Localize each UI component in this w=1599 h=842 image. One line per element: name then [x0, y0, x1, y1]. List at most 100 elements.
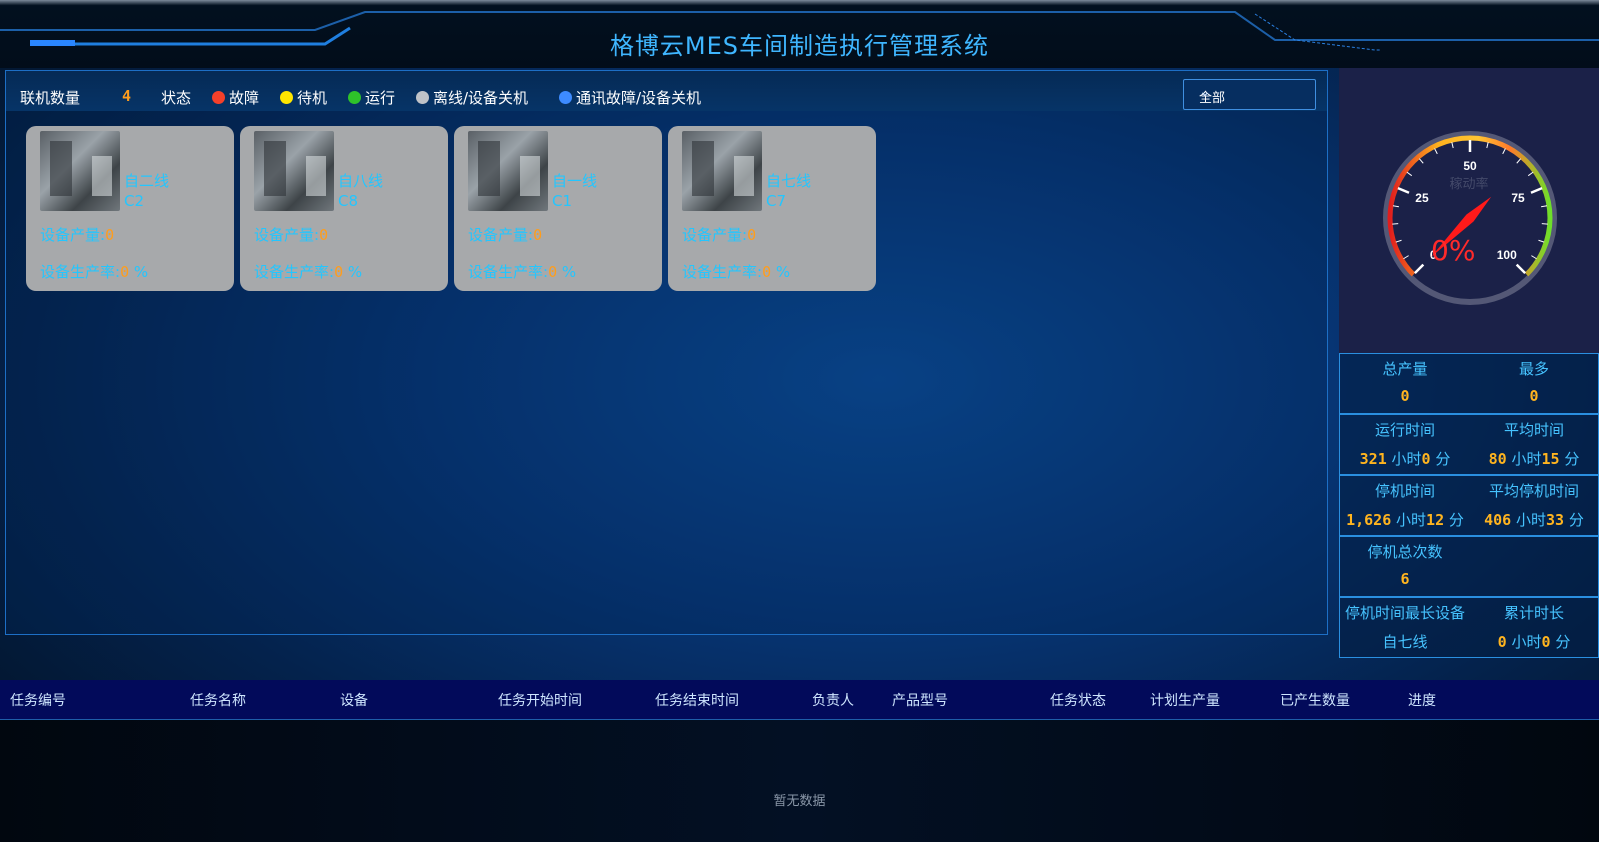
- legend-label: 待机: [297, 89, 328, 107]
- legend-standby: 待机: [280, 87, 327, 108]
- device-name: 自八线: [338, 172, 384, 190]
- stats-row-output: 总产量 0 最多 0: [1339, 353, 1599, 414]
- output-value: 0: [105, 226, 115, 244]
- status-label: 状态: [161, 89, 192, 107]
- hours-value: 0: [1497, 633, 1507, 651]
- minutes-value: 33: [1546, 511, 1565, 529]
- hours-unit: 小时: [1511, 450, 1542, 468]
- column-header[interactable]: 进度: [1408, 690, 1436, 710]
- run-time-stat: 运行时间 321 小时0 分: [1340, 415, 1470, 474]
- device-card[interactable]: 自七线 C7 设备产量:0 设备生产率:0 %: [668, 126, 876, 291]
- column-header[interactable]: 已产生数量: [1280, 690, 1350, 710]
- column-header[interactable]: 计划生产量: [1150, 690, 1220, 710]
- legend-label: 通讯故障/设备关机: [576, 89, 702, 107]
- output-label: 设备产量:: [254, 226, 320, 244]
- gauge-tick-label: 25: [1415, 191, 1429, 205]
- minutes-value: 12: [1426, 511, 1445, 529]
- gauge-tick: [1434, 148, 1438, 155]
- stats-row-runtime: 运行时间 321 小时0 分 平均时间 80 小时15 分: [1339, 414, 1599, 475]
- stat-label: 平均时间: [1503, 421, 1564, 439]
- hours-unit: 小时: [1511, 633, 1542, 651]
- device-name: 自一线: [552, 172, 598, 190]
- device-name: 自二线: [124, 172, 170, 190]
- column-header[interactable]: 负责人: [812, 690, 854, 710]
- device-card[interactable]: 自一线 C1 设备产量:0 设备生产率:0 %: [454, 126, 662, 291]
- status-filter-select[interactable]: 全部 ⌄: [1183, 79, 1316, 110]
- gauge-value: 0%: [1431, 234, 1476, 267]
- rate-unit: %: [561, 263, 577, 281]
- output-value: 0: [533, 226, 543, 244]
- gauge-tick: [1392, 205, 1399, 208]
- device-photo: [682, 131, 762, 211]
- minutes-unit: 分: [1568, 511, 1584, 529]
- device-card[interactable]: 自二线 C2 设备产量:0 设备生产率:0 %: [26, 126, 234, 291]
- comm-fault-dot-icon: [559, 91, 572, 104]
- column-header[interactable]: 任务名称: [190, 690, 246, 710]
- gauge-tick: [1418, 158, 1424, 164]
- gauge-tick: [1538, 239, 1545, 243]
- hours-unit: 小时: [1516, 511, 1547, 529]
- hours-unit: 小时: [1396, 511, 1427, 529]
- device-output: 设备产量:0: [468, 224, 542, 245]
- stop-time-stat: 停机时间 1,626 小时12 分: [1340, 476, 1470, 535]
- rate-unit: %: [775, 263, 791, 281]
- rate-value: 0: [762, 263, 772, 281]
- minutes-unit: 分: [1555, 633, 1571, 651]
- gauge-tick: [1395, 239, 1402, 243]
- column-header[interactable]: 任务开始时间: [498, 690, 582, 710]
- stop-count-stat: 停机总次数 6: [1340, 537, 1470, 596]
- device-code: C7: [766, 192, 787, 210]
- task-table-header: 任务编号 任务名称 设备 任务开始时间 任务结束时间 负责人 产品型号 任务状态…: [0, 680, 1599, 720]
- device-photo: [40, 131, 120, 211]
- standby-dot-icon: [280, 91, 293, 104]
- rate-unit: %: [347, 263, 363, 281]
- gauge-tick: [1403, 255, 1409, 260]
- gauge-tick: [1413, 263, 1425, 275]
- online-count-label: 联机数量: [20, 89, 81, 107]
- gauge-tick-label: 50: [1463, 159, 1477, 173]
- gauge-tick-label: 100: [1497, 248, 1517, 262]
- column-header[interactable]: 任务状态: [1050, 690, 1106, 710]
- hours-value: 80: [1488, 450, 1507, 468]
- total-output-stat: 总产量 0: [1340, 354, 1470, 413]
- device-rate: 设备生产率:0 %: [254, 261, 362, 282]
- stat-label: 停机总次数: [1367, 543, 1443, 561]
- device-card[interactable]: 自八线 C8 设备产量:0 设备生产率:0 %: [240, 126, 448, 291]
- column-header[interactable]: 设备: [340, 690, 368, 710]
- column-header[interactable]: 任务编号: [10, 690, 66, 710]
- column-header[interactable]: 任务结束时间: [655, 690, 739, 710]
- empty-state-text: 暂无数据: [773, 794, 826, 809]
- output-label: 设备产量:: [40, 226, 106, 244]
- gauge-tick: [1516, 158, 1522, 164]
- legend-label: 离线/设备关机: [433, 89, 529, 107]
- gauge-tick: [1502, 148, 1506, 155]
- column-header[interactable]: 产品型号: [892, 690, 948, 710]
- device-name: 自七线: [766, 172, 812, 190]
- avg-time-stat: 平均时间 80 小时15 分: [1469, 415, 1599, 474]
- rate-label: 设备生产率:: [254, 263, 335, 281]
- gauge-tick: [1531, 255, 1537, 260]
- gauge-tick: [1451, 142, 1454, 149]
- legend-offline: 离线/设备关机: [416, 87, 528, 108]
- minutes-unit: 分: [1448, 511, 1464, 529]
- stats-panel: 总产量 0 最多 0 运行时间 321 小时0 分 平均时间 80 小时15 分…: [1339, 353, 1599, 659]
- device-rate: 设备生产率:0 %: [468, 261, 576, 282]
- header-bar: 格博云MES车间制造执行管理系统: [0, 0, 1599, 68]
- utilization-gauge-panel: 0255075100 稼动率 0%: [1339, 68, 1599, 353]
- rate-value: 0: [120, 263, 130, 281]
- rate-label: 设备生产率:: [40, 263, 121, 281]
- minutes-value: 0: [1421, 450, 1431, 468]
- avg-stop-time-stat: 平均停机时间 406 小时33 分: [1469, 476, 1599, 535]
- stat-label: 停机时间最长设备: [1344, 604, 1465, 622]
- fault-dot-icon: [212, 91, 225, 104]
- status-bar: 联机数量 4 状态 故障 待机 运行 离线/设备关机 通讯故障/设备关机 全部 …: [6, 71, 1327, 111]
- legend-comm-fault: 通讯故障/设备关机: [559, 87, 701, 108]
- stat-label: 运行时间: [1374, 421, 1435, 439]
- minutes-value: 15: [1541, 450, 1560, 468]
- stat-value: 0: [1400, 387, 1410, 405]
- rate-value: 0: [548, 263, 558, 281]
- device-rate: 设备生产率:0 %: [682, 261, 790, 282]
- device-panel: 联机数量 4 状态 故障 待机 运行 离线/设备关机 通讯故障/设备关机 全部 …: [5, 70, 1328, 635]
- stat-label: 总产量: [1382, 360, 1428, 378]
- minutes-unit: 分: [1435, 450, 1451, 468]
